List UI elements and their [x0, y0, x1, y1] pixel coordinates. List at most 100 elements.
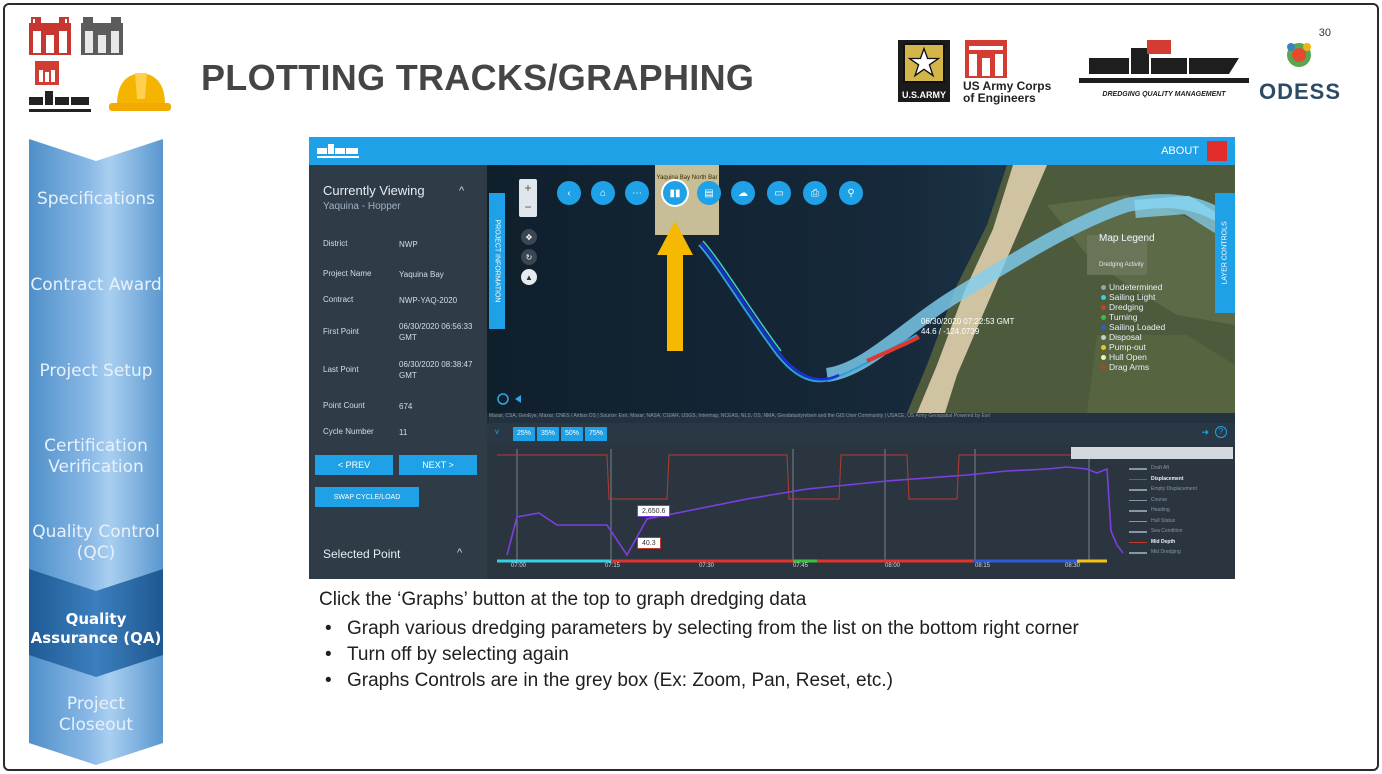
legend-item: Drag Arms: [1099, 362, 1209, 372]
rotate-icon[interactable]: ↻: [521, 249, 537, 265]
legend-item: Hull Open: [1099, 352, 1209, 362]
nav-label: Contract Award: [30, 274, 162, 295]
currently-viewing-subtitle: Yaquina - Hopper: [323, 201, 401, 212]
usace-castle-icon: [965, 40, 1007, 78]
dredging-graph[interactable]: 2,650.6 40.3 07:00 07:15 07:30 07:45 08:…: [487, 445, 1235, 579]
series-swatch: [1129, 489, 1147, 491]
series-swatch: [1129, 468, 1147, 470]
series-item[interactable]: Displacement: [1127, 474, 1231, 485]
series-item[interactable]: Draft Aft: [1127, 463, 1231, 474]
arrow-right-icon[interactable]: ➜: [1201, 427, 1209, 438]
graph-size-50[interactable]: 50%: [561, 427, 583, 441]
series-swatch: [1129, 510, 1147, 512]
swap-cycle-load-button[interactable]: SWAP CYCLE/LOAD: [315, 487, 419, 507]
series-item[interactable]: Empty Displacement: [1127, 484, 1231, 495]
legend-dot-icon: [1101, 295, 1106, 300]
graph-controls-box[interactable]: [1071, 447, 1233, 459]
nav-label: Project Closeout: [58, 694, 134, 735]
project-information-tab[interactable]: PROJECT INFORMATION: [489, 193, 505, 329]
dqm-header-logo: DREDGING QUALITY MANAGEMENT: [1079, 40, 1249, 102]
usace-line2: of Engineers: [963, 91, 1036, 105]
home-icon[interactable]: ⌂: [591, 181, 615, 205]
zoom-out-icon[interactable]: −: [519, 198, 537, 217]
legend-dot-icon: [1101, 355, 1106, 360]
prev-button[interactable]: < PREV: [315, 455, 393, 475]
odess-emblem-icon: [1287, 43, 1311, 67]
series-item[interactable]: Course: [1127, 495, 1231, 506]
selected-point-title: Selected Point: [323, 547, 401, 561]
chevron-down-icon[interactable]: v: [495, 427, 499, 436]
slide: 30 Specifications Contract Award Project…: [3, 3, 1379, 771]
usace-logo: US Army Corps of Engineers: [963, 40, 1071, 105]
nav-label: Specifications: [36, 188, 155, 209]
info-side-panel: Currently Viewing Yaquina - Hopper ^ Dis…: [309, 165, 487, 579]
about-link[interactable]: ABOUT: [1161, 145, 1199, 157]
tab-label: PROJECT INFORMATION: [493, 219, 501, 303]
location-pin-icon[interactable]: ⚲: [839, 181, 863, 205]
series-label: Hull Status: [1151, 517, 1176, 524]
time-tick: 07:15: [605, 563, 621, 569]
legend-dot-icon: [1101, 325, 1106, 330]
instruction-caption: Click the ‘Graphs’ button at the top to …: [319, 589, 807, 610]
time-tick: 07:45: [793, 563, 809, 569]
legend-label: Sailing Light: [1109, 292, 1156, 302]
series-swatch: [1129, 520, 1147, 522]
chevron-left-icon[interactable]: ‹: [557, 181, 581, 205]
dots-icon[interactable]: ⋯: [625, 181, 649, 205]
zoom-control[interactable]: + −: [519, 179, 537, 217]
ruler-icon[interactable]: ▭: [767, 181, 791, 205]
collapse-caret-icon[interactable]: ^: [459, 185, 464, 197]
layer-controls-tab[interactable]: LAYER CONTROLS: [1215, 193, 1235, 313]
info-value: 11: [399, 428, 408, 437]
yellow-arrow-icon: [657, 221, 693, 351]
dqm-app-logo: [317, 144, 359, 158]
zoom-in-icon[interactable]: +: [519, 179, 537, 198]
next-button[interactable]: NEXT >: [399, 455, 477, 475]
legend-dot-icon: [1101, 365, 1106, 370]
graph-size-25[interactable]: 25%: [513, 427, 535, 441]
series-item[interactable]: Sea Condition: [1127, 526, 1231, 537]
series-label: Course: [1151, 496, 1168, 503]
dqm-logo: [29, 91, 91, 112]
legend-label: Undetermined: [1109, 282, 1163, 292]
series-item[interactable]: Mid Depth: [1127, 537, 1231, 548]
nav-label: Quality Assurance (QA): [30, 610, 162, 647]
graph-series-list: Draft Aft Displacement Empty Displacemen…: [1127, 463, 1231, 579]
dqm-logo-mark: [1079, 40, 1249, 83]
series-item[interactable]: Heading: [1127, 505, 1231, 516]
legend-item: Disposal: [1099, 332, 1209, 342]
print-icon[interactable]: ⎙: [803, 181, 827, 205]
readout-coords: 44.6 / -124.0739: [921, 327, 980, 336]
depth-value-label: 40.3: [637, 537, 661, 549]
series-label: Draft Aft: [1151, 465, 1170, 471]
time-tick: 07:30: [699, 563, 715, 569]
info-value: Yaquina Bay: [399, 270, 444, 279]
legend-subtitle: Dredging Activity: [1099, 262, 1144, 268]
point-readout: 06/30/2020 07:22:53 GMT 44.6 / -124.0739: [921, 317, 1014, 337]
legend-item: Pump-out: [1099, 342, 1209, 352]
legend-title: Map Legend: [1099, 233, 1155, 244]
document-icon[interactable]: ▤: [697, 181, 721, 205]
series-item[interactable]: Hull Status: [1127, 516, 1231, 527]
small-castle-icon: [35, 61, 59, 85]
graph-size-35[interactable]: 35%: [537, 427, 559, 441]
bullet-item: Graphs Controls are in the grey box (Ex:…: [323, 669, 1143, 692]
help-icon[interactable]: ?: [1215, 426, 1227, 438]
collapse-caret-icon[interactable]: ^: [457, 547, 462, 559]
cloud-download-icon[interactable]: ☁: [731, 181, 755, 205]
pan-icon[interactable]: ✥: [521, 229, 537, 245]
bullet-item: Turn off by selecting again: [323, 643, 1143, 666]
series-label: Mid Depth: [1151, 538, 1176, 545]
currently-viewing-title: Currently Viewing: [323, 183, 425, 198]
map-attribution: Maxar, CSA, GeoEye, Maxar, CNES / Airbus…: [489, 413, 1235, 423]
compass-icon[interactable]: ▲: [521, 269, 537, 285]
app-top-bar: ABOUT: [309, 137, 1235, 165]
info-value: NWP: [399, 240, 418, 249]
info-value: 06/30/2020 08:38:47 GMT: [399, 360, 473, 380]
graph-size-75[interactable]: 75%: [585, 427, 607, 441]
graphs-icon[interactable]: ▮▮: [663, 181, 687, 205]
series-item[interactable]: Mid Dredging: [1127, 547, 1231, 558]
legend-dot-icon: [1101, 305, 1106, 310]
time-tick: 08:30: [1065, 563, 1081, 569]
readout-time: 06/30/2020 07:22:53 GMT: [921, 317, 1015, 326]
